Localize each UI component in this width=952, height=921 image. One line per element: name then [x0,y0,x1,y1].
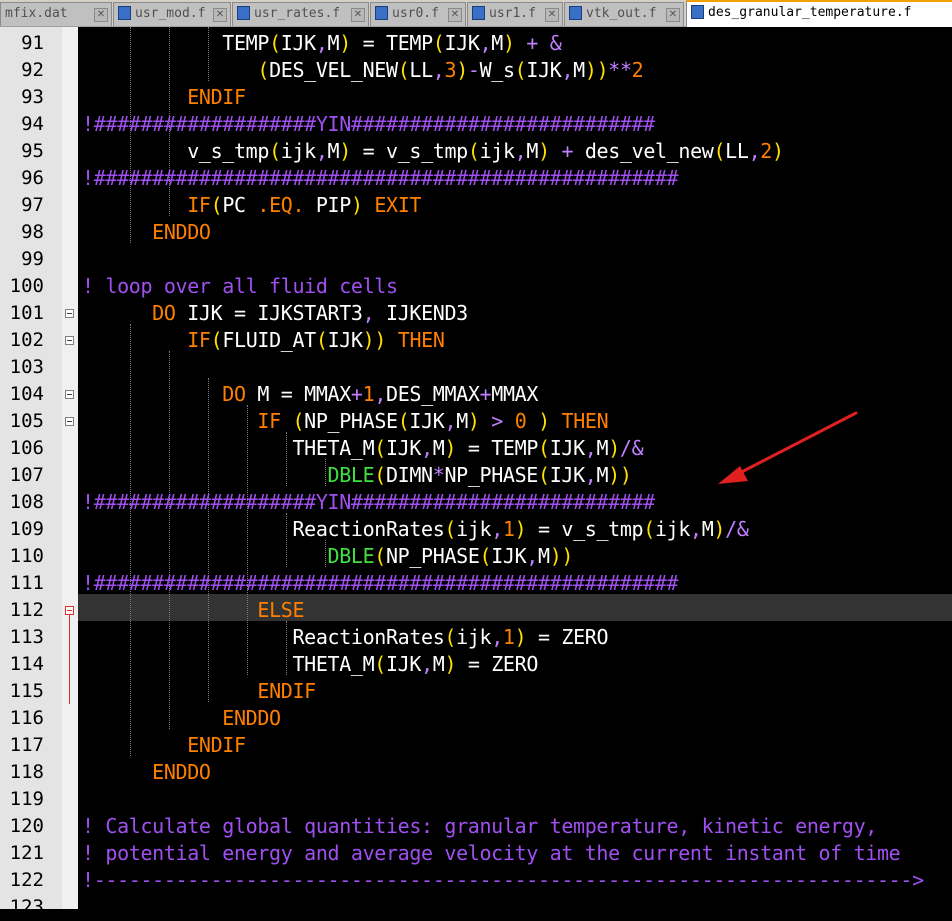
tab-label: vtk_out.f [586,6,657,21]
code-line[interactable]: ELSE [82,597,304,624]
line-number: 121 [9,842,44,864]
line-number: 105 [9,410,44,432]
code-line[interactable]: ReactionRates(ijk,1) = v_s_tmp(ijk,M)/& [82,516,748,543]
line-number: 100 [9,275,44,297]
code-line[interactable]: !###################YIN#################… [82,489,655,516]
line-number: 113 [9,626,44,648]
close-icon[interactable]: ✕ [351,8,365,22]
file-icon [691,4,704,19]
line-number: 98 [21,221,44,243]
code-line[interactable]: ! potential energy and average velocity … [82,840,901,867]
code-line[interactable]: ! Calculate global quantities: granular … [82,813,877,840]
close-icon[interactable]: ✕ [545,8,559,22]
close-icon[interactable]: ✕ [94,8,108,22]
code-line[interactable]: !---------------------------------------… [82,867,924,894]
line-number: 114 [9,653,44,675]
close-icon[interactable]: ✕ [666,8,680,22]
code-line[interactable]: IF(PC .EQ. PIP) EXIT [82,192,421,219]
line-number: 115 [9,680,44,702]
code-line[interactable]: DO M = MMAX+1,DES_MMAX+MMAX [82,381,538,408]
line-number: 108 [9,491,44,513]
line-number: 119 [9,788,44,810]
code-line[interactable]: DBLE(DIMN*NP_PHASE(IJK,M)) [82,462,632,489]
code-line[interactable]: ENDIF [82,84,246,111]
tab-label: usr1.f [489,6,536,21]
close-icon[interactable]: ✕ [448,8,462,22]
tab-label: usr0.f [392,6,439,21]
code-line[interactable]: DO IJK = IJKSTART3, IJKEND3 [82,300,468,327]
code-line[interactable]: ENDIF [82,732,246,759]
code-line[interactable]: THETA_M(IJK,M) = TEMP(IJK,M)/& [82,435,643,462]
fold-toggle-icon[interactable] [65,390,74,399]
line-number: 101 [9,302,44,324]
line-number: 117 [9,734,44,756]
fold-toggle-icon[interactable] [65,606,74,615]
line-number: 99 [21,248,44,270]
line-number: 93 [21,86,44,108]
line-number: 94 [21,113,44,135]
code-line[interactable]: ENDDO [82,219,211,246]
code-line[interactable]: ENDDO [82,759,211,786]
tab-usr0[interactable]: usr0.f ✕ [370,2,466,26]
line-number-gutter: 91 92 93 94 95 96 97 98 99 100 101 102 103 104 105 106 1… [0,27,62,918]
line-number: 91 [21,32,44,54]
line-number: 102 [9,329,44,351]
file-icon [375,5,388,20]
fold-toggle-icon[interactable] [65,417,74,426]
code-line[interactable]: v_s_tmp(ijk,M) = v_s_tmp(ijk,M) + des_ve… [82,138,784,165]
line-number: 103 [9,356,44,378]
line-number: 107 [9,464,44,486]
code-line[interactable]: !#######################################… [82,165,679,192]
code-line[interactable]: ENDIF [82,678,316,705]
fold-range-line [69,615,70,704]
line-number: 112 [9,599,44,621]
code-line[interactable]: IF(FLUID_AT(IJK)) THEN [82,327,445,354]
code-editor[interactable]: TEMP(IJK,M) = TEMP(IJK,M) + & (DES_VEL_N… [78,27,952,909]
line-number: 97 [21,194,44,216]
tab-bar: mfix.dat ✕ usr_mod.f ✕ usr_rates.f ✕ usr… [0,0,952,27]
line-number: 109 [9,518,44,540]
line-number: 122 [9,869,44,891]
code-line[interactable]: DBLE(NP_PHASE(IJK,M)) [82,543,574,570]
tab-label: usr_mod.f [135,6,206,21]
line-number: 116 [9,707,44,729]
line-number: 92 [21,59,44,81]
code-line[interactable]: TEMP(IJK,M) = TEMP(IJK,M) + & [82,30,562,57]
file-icon [118,5,131,20]
tab-usr-rates[interactable]: usr_rates.f ✕ [232,2,369,26]
file-icon [237,5,250,20]
line-number: 111 [9,572,44,594]
code-line[interactable]: !#######################################… [82,570,679,597]
code-line[interactable]: ! loop over all fluid cells [82,273,398,300]
line-number: 104 [9,383,44,405]
close-icon[interactable]: ✕ [213,8,227,22]
line-number: 96 [21,167,44,189]
tab-label: mfix.dat [5,6,68,21]
tab-label: usr_rates.f [254,6,341,21]
line-number: 120 [9,815,44,837]
file-icon [569,5,582,20]
line-number: 110 [9,545,44,567]
tab-usr-mod[interactable]: usr_mod.f ✕ [113,2,231,26]
line-number: 118 [9,761,44,783]
tab-label: des_granular_temperature.f [708,5,912,20]
code-line[interactable]: ReactionRates(ijk,1) = ZERO [82,624,608,651]
code-line[interactable]: !###################YIN#################… [82,111,655,138]
file-icon [472,5,485,20]
code-line[interactable]: ENDDO [82,705,281,732]
code-line[interactable]: IF (NP_PHASE(IJK,M) > 0 ) THEN [82,408,608,435]
fold-toggle-icon[interactable] [65,309,74,318]
tab-des-granular-temperature[interactable]: des_granular_temperature.f [686,0,952,27]
tab-usr1[interactable]: usr1.f ✕ [467,2,563,26]
code-line[interactable]: (DES_VEL_NEW(LL,3)-W_s(IJK,M))**2 [82,57,643,84]
fold-margin[interactable] [62,27,78,909]
code-line[interactable]: THETA_M(IJK,M) = ZERO [82,651,538,678]
tab-vtk-out[interactable]: vtk_out.f ✕ [564,2,684,26]
line-number: 123 [9,896,44,918]
line-number: 106 [9,437,44,459]
fold-toggle-icon[interactable] [65,336,74,345]
tab-mfix-dat[interactable]: mfix.dat ✕ [0,2,112,26]
line-number: 95 [21,140,44,162]
